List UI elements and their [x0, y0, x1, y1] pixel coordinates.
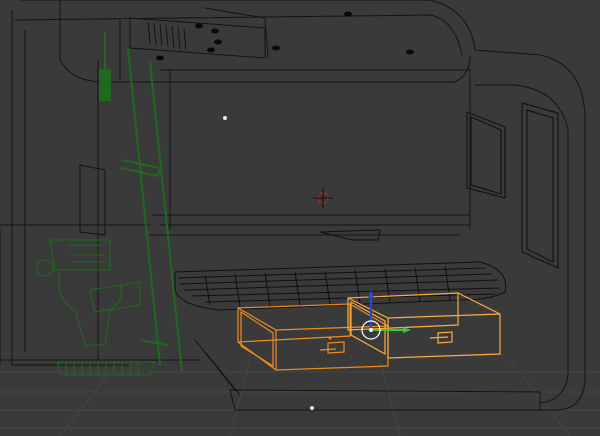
object-origins	[223, 116, 332, 410]
cabin-shell[interactable]	[0, 0, 586, 411]
3d-viewport[interactable]	[0, 0, 600, 436]
bench-cushion[interactable]	[174, 229, 507, 311]
side-window[interactable]	[466, 111, 506, 199]
door-panel[interactable]	[521, 102, 559, 269]
3d-cursor-icon	[313, 188, 333, 208]
toilet-fixture[interactable]	[36, 239, 156, 376]
ceiling-vent[interactable]	[129, 7, 269, 59]
